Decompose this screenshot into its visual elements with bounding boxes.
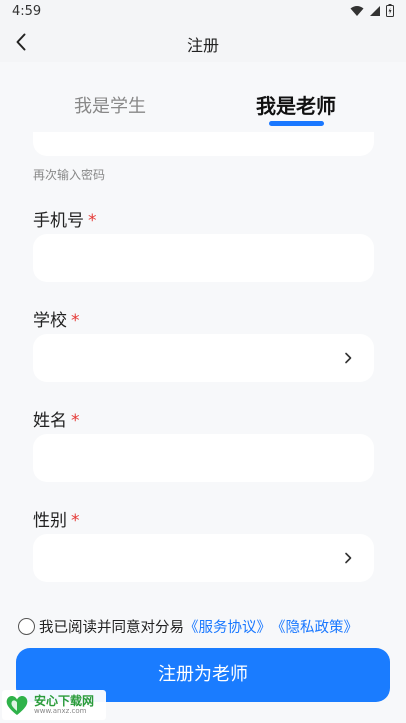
required-mark: * [88,211,97,231]
registration-form: 我是学生 我是老师 再次输入密码 手机号 * 学校 * 姓名 * 性别 * 我已阅读并同… [0,62,406,723]
phone-label: 手机号 * [33,206,97,231]
gender-select[interactable] [33,534,374,582]
agreement-text: 我已阅读并同意对分易 [39,620,184,636]
status-bar: 4:59 [0,0,406,24]
page-title: 注册 [186,36,219,55]
required-mark: * [71,511,80,531]
school-select[interactable] [33,334,374,382]
name-label-text: 姓名 [33,411,67,431]
school-label: 学校 * [33,306,80,331]
nav-bar: 注册 [0,24,406,62]
watermark-url: www.anxz.com [34,706,87,715]
service-agreement-link[interactable]: 《服务协议》 [184,616,271,637]
tab-teacher[interactable]: 我是老师 [226,90,366,119]
tab-student[interactable]: 我是学生 [40,92,180,118]
agreement-row: 我已阅读并同意对分易 《服务协议》 《隐私政策》 [18,616,358,637]
confirm-password-hint: 再次输入密码 [33,168,106,182]
chevron-right-icon [345,352,352,364]
required-mark: * [71,311,80,331]
status-icons [350,4,394,17]
download-site-logo [6,695,28,715]
signal-icon [370,5,380,16]
wifi-icon [350,5,364,16]
confirm-password-field[interactable] [33,132,374,156]
active-tab-indicator [269,121,324,126]
status-time: 4:59 [12,4,42,19]
gender-label-text: 性别 [33,511,67,531]
watermark-title: 安心下载网 [34,694,95,709]
required-mark: * [71,411,80,431]
agreement-radio[interactable] [18,618,35,635]
name-input[interactable] [33,434,374,482]
battery-icon [386,4,394,17]
name-label: 姓名 * [33,406,80,431]
watermark: 安心下载网 www.anxz.com [2,690,106,720]
privacy-policy-link[interactable]: 《隐私政策》 [271,616,358,637]
chevron-right-icon [345,552,352,564]
school-label-text: 学校 [33,311,67,331]
phone-input[interactable] [33,234,374,282]
gender-label: 性别 * [33,506,80,531]
role-tabs: 我是学生 我是老师 [0,62,406,132]
phone-label-text: 手机号 [33,211,84,231]
